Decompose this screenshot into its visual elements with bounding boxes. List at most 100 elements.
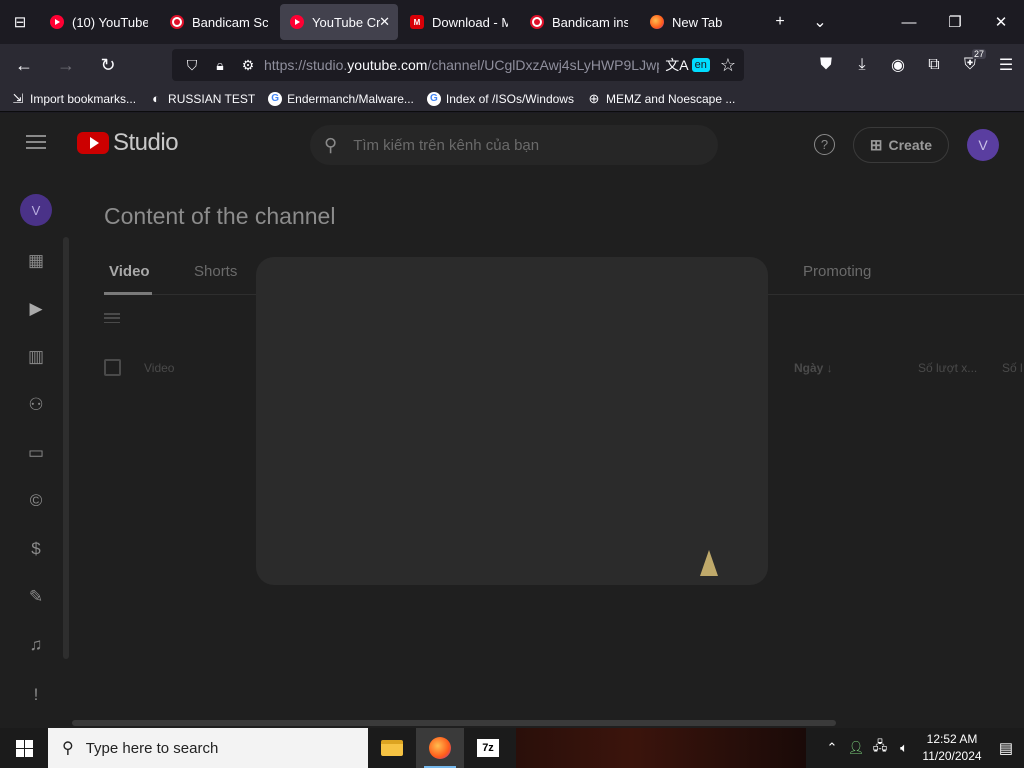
customization-icon[interactable]: ✎ xyxy=(24,585,48,609)
translate-language-badge[interactable]: en xyxy=(691,58,710,72)
windows-start-icon[interactable] xyxy=(0,728,48,768)
create-button[interactable]: ⊞ Create xyxy=(853,127,949,163)
content-icon[interactable]: ▶ xyxy=(24,297,48,321)
ublock-icon[interactable]: ⛨ 27 xyxy=(952,49,988,81)
filter-icon[interactable] xyxy=(104,313,120,323)
navigation-toolbar: ← → ↻ ⛉ 🔒︎ ⚙ https://studio.youtube.com/… xyxy=(0,44,1024,86)
audio-library-icon[interactable]: ♫ xyxy=(24,633,48,657)
back-button[interactable]: ← xyxy=(6,49,42,81)
subtitles-icon[interactable]: ▭ xyxy=(24,441,48,465)
url-bar[interactable]: ⛉ 🔒︎ ⚙ https://studio.youtube.com/channe… xyxy=(172,49,744,81)
search-icon: ⚲ xyxy=(324,134,338,155)
clock-time: 12:52 AM xyxy=(926,732,978,746)
permissions-icon[interactable]: ⚙ xyxy=(236,57,260,74)
tab-label: Bandicam inst xyxy=(552,14,628,30)
bookmark-memz[interactable]: ⊕ MEMZ and Noescape ... xyxy=(586,91,736,107)
system-clock[interactable]: 12:52 AM 11/20/2024 xyxy=(916,731,988,765)
search-placeholder: Tìm kiếm trên kênh của bạn xyxy=(353,136,540,154)
studio-header: Studio ⚲ Tìm kiếm trên kênh của bạn ? ⊞ … xyxy=(0,113,1024,175)
close-window-button[interactable]: ✕ xyxy=(978,0,1024,44)
7zip-icon[interactable]: 7z xyxy=(464,728,512,768)
select-all-checkbox[interactable] xyxy=(104,359,121,376)
tab-label: YouTube Cr xyxy=(312,14,381,30)
studio-sidebar: V ▦ ▶ ▥ ⚇ ▭ © $ ✎ ♫ ! xyxy=(0,175,72,728)
volume-icon[interactable]: 🔈︎ xyxy=(892,728,916,768)
tracking-protection-icon[interactable]: ⛉ xyxy=(180,57,204,74)
system-tray: ⌃ 👤︎ 🖧︎ 🔈︎ 12:52 AM 11/20/2024 ▤ xyxy=(820,728,1024,768)
network-icon[interactable]: 🖧︎ xyxy=(868,728,892,768)
bandicam-icon xyxy=(530,15,544,29)
column-views[interactable]: Số lượt x... xyxy=(918,361,977,375)
youtube-logo-icon[interactable] xyxy=(77,132,109,154)
url-text[interactable]: https://studio.youtube.com/channel/UCglD… xyxy=(264,57,659,73)
party-hat-icon xyxy=(700,550,718,576)
analytics-icon[interactable]: ▥ xyxy=(24,345,48,369)
tab-label: Bandicam Scre xyxy=(192,14,268,30)
notification-center-icon[interactable]: ▤ xyxy=(988,728,1024,768)
tab-list-icon[interactable]: ⊟ xyxy=(0,0,40,44)
extension-badge: 27 xyxy=(971,49,986,59)
search-icon: ⚲ xyxy=(62,740,74,757)
import-icon: ⇲ xyxy=(12,90,24,106)
youtube-studio-page: Studio ⚲ Tìm kiếm trên kênh của bạn ? ⊞ … xyxy=(0,113,1024,728)
minimize-button[interactable]: — xyxy=(886,0,932,44)
taskbar-search-placeholder: Type here to search xyxy=(85,739,219,757)
account-icon[interactable]: ◉ xyxy=(880,49,916,81)
pocket-icon[interactable]: ⛊ xyxy=(808,49,844,81)
bookmark-star-icon[interactable]: ☆ xyxy=(720,55,736,76)
bookmark-import[interactable]: ⇲ Import bookmarks... xyxy=(10,91,136,107)
sidebar-scrollbar[interactable] xyxy=(63,237,69,659)
column-date[interactable]: Ngày ↓ xyxy=(794,361,833,375)
youtube-icon xyxy=(290,15,304,29)
close-icon[interactable]: ✕ xyxy=(379,14,390,30)
browser-tab-bar: ⊟ (10) YouTube Bandicam Scre YouTube Cr … xyxy=(0,0,1024,44)
tab-video[interactable]: Video xyxy=(109,263,150,280)
hamburger-menu-icon[interactable] xyxy=(26,135,46,149)
feedback-icon[interactable]: ! xyxy=(24,683,48,707)
taskbar-wallpaper-area xyxy=(516,728,806,768)
google-icon: G xyxy=(426,91,441,106)
google-icon: G xyxy=(268,91,283,106)
horizontal-scrollbar[interactable] xyxy=(72,720,836,726)
channel-search-input[interactable]: ⚲ Tìm kiếm trên kênh của bạn xyxy=(310,125,718,165)
lock-icon[interactable]: 🔒︎ xyxy=(208,57,232,74)
bookmark-isos[interactable]: G Index of /ISOs/Windows xyxy=(426,91,574,107)
page-title: Content of the channel xyxy=(104,203,336,229)
studio-brand[interactable]: Studio xyxy=(113,129,179,157)
tab-shorts[interactable]: Shorts xyxy=(194,263,237,280)
windows-taskbar: ⚲ Type here to search 7z ⌃ 👤︎ 🖧︎ 🔈︎ 12:5… xyxy=(0,728,1024,768)
tab-bandicam-install[interactable]: Bandicam inst xyxy=(520,4,638,40)
extensions-icon[interactable]: ⧉ xyxy=(916,49,952,81)
translate-icon[interactable]: 文A xyxy=(665,55,688,75)
downloads-icon[interactable]: ⤓ xyxy=(844,49,880,81)
taskbar-search-input[interactable]: ⚲ Type here to search xyxy=(48,728,368,768)
tab-label: Download - M xyxy=(432,14,508,30)
menu-icon[interactable]: ☰ xyxy=(988,49,1024,81)
copyright-icon[interactable]: © xyxy=(24,489,48,513)
show-hidden-icons-icon[interactable]: ⌃ xyxy=(820,728,844,768)
bookmark-russian-test[interactable]: ◐ RUSSIAN TEST xyxy=(148,91,255,107)
active-tab-indicator xyxy=(104,292,152,295)
user-status-icon[interactable]: 👤︎ xyxy=(844,728,868,768)
bookmark-endermanch[interactable]: G Endermanch/Malware... xyxy=(267,91,414,107)
tab-youtube[interactable]: (10) YouTube xyxy=(40,4,158,40)
earn-icon[interactable]: $ xyxy=(24,537,48,561)
reload-button[interactable]: ↻ xyxy=(90,49,126,81)
channel-avatar[interactable]: V xyxy=(20,194,52,226)
chevron-down-icon[interactable]: ⌄ xyxy=(800,0,840,44)
tab-youtube-studio[interactable]: YouTube Cr ✕ xyxy=(280,4,398,40)
tab-download-mega[interactable]: M Download - M xyxy=(400,4,518,40)
tab-new-tab[interactable]: New Tab xyxy=(640,4,758,40)
file-explorer-icon[interactable] xyxy=(368,728,416,768)
restore-button[interactable]: ❐ xyxy=(932,0,978,44)
firefox-taskbar-icon[interactable] xyxy=(416,728,464,768)
tab-promoting[interactable]: Promoting xyxy=(803,263,871,280)
dashboard-icon[interactable]: ▦ xyxy=(24,249,48,273)
account-avatar[interactable]: V xyxy=(967,129,999,161)
column-extra[interactable]: Số l xyxy=(1002,361,1023,375)
forward-button[interactable]: → xyxy=(48,49,84,81)
community-icon[interactable]: ⚇ xyxy=(24,393,48,417)
help-icon[interactable]: ? xyxy=(814,134,835,155)
tab-bandicam-screen[interactable]: Bandicam Scre xyxy=(160,4,278,40)
new-tab-button[interactable]: + xyxy=(760,0,800,44)
